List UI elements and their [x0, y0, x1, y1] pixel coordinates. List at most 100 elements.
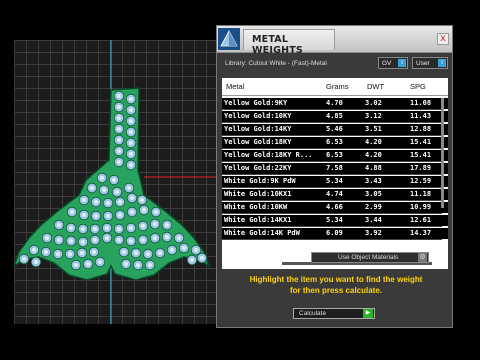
gem	[113, 234, 125, 246]
row-separator	[222, 187, 442, 188]
gem	[77, 223, 89, 235]
cell-spg: 15.41	[410, 151, 432, 159]
col-header-dwt[interactable]: DWT	[367, 82, 384, 91]
gem	[98, 184, 110, 196]
gem	[186, 254, 198, 266]
pyramid-icon	[218, 28, 240, 50]
gem	[113, 90, 125, 102]
cell-dwt: 3.12	[365, 112, 382, 120]
gem	[196, 252, 208, 264]
gem	[77, 236, 89, 248]
cell-grams: 7.58	[326, 164, 343, 172]
gem	[125, 235, 137, 247]
cell-grams: 6.53	[326, 151, 343, 159]
gem	[53, 219, 65, 231]
table-row[interactable]: Yellow Gold:9KY 4.70 3.02 11.08	[222, 98, 448, 109]
gem	[125, 93, 137, 105]
table-row[interactable]: Yellow Gold:18KY R... 6.53 4.20 15.41	[222, 150, 448, 161]
gem	[86, 182, 98, 194]
gem	[94, 256, 106, 268]
col-header-spg[interactable]: SPG	[410, 82, 426, 91]
cell-spg: 14.37	[410, 229, 432, 237]
cell-grams: 6.09	[326, 229, 343, 237]
panel-title: METAL WEIGHTS	[243, 29, 335, 56]
cell-spg: 10.99	[410, 203, 432, 211]
table-row[interactable]: White Gold:14KX1 5.34 3.44 12.61	[222, 215, 448, 226]
cell-spg: 11.18	[410, 190, 432, 198]
cell-grams: 4.66	[326, 203, 343, 211]
vertical-scrollbar[interactable]	[441, 98, 444, 208]
row-separator	[222, 239, 442, 240]
gv-toggle[interactable]: GV i	[378, 57, 408, 69]
cell-metal: Yellow Gold:14KY	[224, 125, 292, 133]
gem	[89, 234, 101, 246]
cell-spg: 12.59	[410, 177, 432, 185]
gem	[144, 259, 156, 271]
close-button[interactable]: x	[437, 33, 449, 45]
gem	[137, 234, 149, 246]
cell-metal: Yellow Gold:18KY R...	[224, 151, 313, 159]
gem	[90, 196, 102, 208]
panel-titlebar[interactable]: METAL WEIGHTS x	[217, 26, 452, 56]
gem	[126, 192, 138, 204]
cell-metal: Yellow Gold:18KY	[224, 138, 292, 146]
gem	[142, 248, 154, 260]
use-object-materials-button[interactable]: Use Object Materials ⚙	[311, 252, 429, 263]
library-label: Library: Cutout White - (Fast)-Metal	[225, 60, 327, 67]
table-row[interactable]: White Gold:10KW 4.66 2.99 10.99	[222, 202, 448, 213]
col-header-metal[interactable]: Metal	[226, 82, 244, 91]
instruction-text: Highlight the item you want to find the …	[223, 274, 449, 296]
cell-grams: 6.53	[326, 138, 343, 146]
tail-model-svg	[14, 40, 218, 324]
col-header-grams[interactable]: Grams	[326, 82, 349, 91]
table-row[interactable]: Yellow Gold:22KY 7.58 4.88 17.89	[222, 163, 448, 174]
gem	[113, 223, 125, 235]
use-object-materials-label: Use Object Materials	[338, 254, 399, 261]
cell-dwt: 4.20	[365, 151, 382, 159]
gem	[65, 222, 77, 234]
cell-metal: White Gold:10KW	[224, 203, 288, 211]
gem	[118, 246, 130, 258]
cell-grams: 4.74	[326, 190, 343, 198]
gem	[125, 137, 137, 149]
gem	[113, 101, 125, 113]
metal-table[interactable]: Metal Grams DWT SPG Yellow Gold:9KY 4.70 3…	[222, 78, 448, 269]
row-separator	[222, 174, 442, 175]
calculate-button[interactable]: Calculate ▶	[293, 308, 375, 319]
row-separator	[222, 109, 442, 110]
gem	[64, 248, 76, 260]
cell-spg: 11.43	[410, 112, 432, 120]
user-toggle[interactable]: User i	[412, 57, 448, 69]
gem	[136, 194, 148, 206]
cell-dwt: 3.92	[365, 229, 382, 237]
table-row[interactable]: Yellow Gold:10KY 4.85 3.12 11.43	[222, 111, 448, 122]
gem	[66, 206, 78, 218]
cell-dwt: 3.43	[365, 177, 382, 185]
gem	[111, 186, 123, 198]
info-icon: i	[438, 59, 446, 67]
table-row[interactable]: White Gold:14K PdW 6.09 3.92 14.37	[222, 228, 448, 239]
gem	[52, 248, 64, 260]
cell-spg: 12.61	[410, 216, 432, 224]
gem	[120, 258, 132, 270]
cell-metal: Yellow Gold:22KY	[224, 164, 292, 172]
cell-metal: Yellow Gold:9KY	[224, 99, 288, 107]
table-row[interactable]: Yellow Gold:14KY 5.46 3.51 12.88	[222, 124, 448, 135]
viewport-3d[interactable]	[14, 40, 218, 324]
gem	[113, 112, 125, 124]
gem	[18, 253, 30, 265]
cell-dwt: 3.44	[365, 216, 382, 224]
gem	[125, 115, 137, 127]
gem	[114, 196, 126, 208]
gem	[190, 244, 202, 256]
table-row[interactable]: Yellow Gold:18KY 6.53 4.20 15.41	[222, 137, 448, 148]
gem	[28, 244, 40, 256]
gem	[70, 259, 82, 271]
table-row[interactable]: White Gold:10KX1 4.74 3.05 11.18	[222, 189, 448, 200]
table-row[interactable]: White Gold:9K PdW 5.34 3.43 12.59	[222, 176, 448, 187]
table-header: Metal Grams DWT SPG	[222, 78, 448, 96]
library-row: Library: Cutout White - (Fast)-Metal GV …	[220, 55, 450, 71]
hint-line-1: Highlight the item you want to find the …	[249, 275, 423, 284]
gem	[78, 209, 90, 221]
gem	[149, 218, 161, 230]
